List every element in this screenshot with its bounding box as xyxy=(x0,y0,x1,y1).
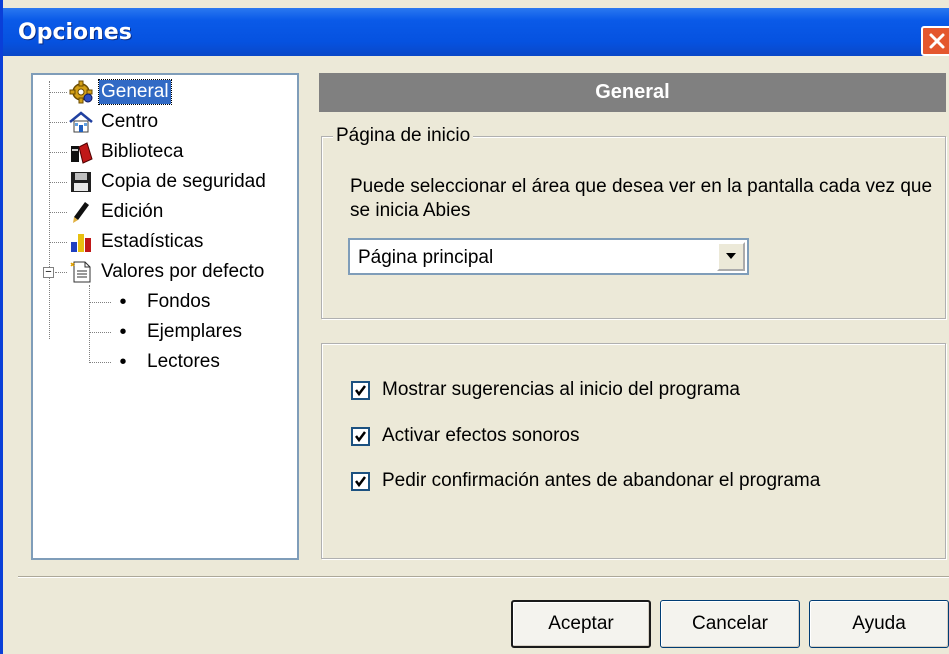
collapse-toggle[interactable]: − xyxy=(43,267,54,278)
tree-item-fondos[interactable]: • Fondos xyxy=(113,288,212,316)
checkmark-icon xyxy=(355,384,366,396)
window-title: Opciones xyxy=(18,20,132,45)
tree-item-edicion[interactable]: Edición xyxy=(67,198,165,226)
group-legend: Página de inicio xyxy=(333,125,474,147)
tree-connector xyxy=(49,182,67,183)
bullet-icon: • xyxy=(119,350,127,373)
tree-connector xyxy=(89,285,90,363)
gear-icon xyxy=(67,79,95,105)
start-page-group xyxy=(321,136,946,319)
floppy-disk-icon xyxy=(67,169,95,195)
tree-item-label: General xyxy=(98,79,172,105)
tree-item-centro[interactable]: Centro xyxy=(67,108,160,136)
option-label: Activar efectos sonoros xyxy=(382,425,580,446)
tree-item-label: Centro xyxy=(101,111,159,132)
checkbox[interactable] xyxy=(351,380,370,400)
start-page-description: Puede seleccionar el área que desea ver … xyxy=(350,176,933,221)
title-bar[interactable]: Opciones xyxy=(3,8,949,56)
tree-item-label: Ejemplares xyxy=(147,321,243,342)
house-icon xyxy=(67,109,95,135)
tree-connector xyxy=(49,81,50,339)
select-value: Página principal xyxy=(358,247,494,268)
tree-item-copia-seguridad[interactable]: Copia de seguridad xyxy=(67,168,268,196)
close-icon xyxy=(929,33,945,49)
option-show-tips[interactable]: Mostrar sugerencias al inicio del progra… xyxy=(351,378,740,402)
tree-connector xyxy=(49,242,67,243)
options-dialog: Opciones − General Centro Biblioteca Cop… xyxy=(0,0,949,654)
close-button[interactable] xyxy=(921,26,949,56)
option-label: Mostrar sugerencias al inicio del progra… xyxy=(382,379,740,400)
tree-item-label: Estadísticas xyxy=(101,231,204,252)
tree-item-label: Lectores xyxy=(147,351,220,372)
books-icon xyxy=(67,139,95,165)
option-label: Pedir confirmación antes de abandonar el… xyxy=(382,470,821,491)
tree-item-general[interactable]: General xyxy=(67,78,172,106)
tree-item-valores-defecto[interactable]: Valores por defecto xyxy=(67,258,266,286)
tree-item-label: Copia de seguridad xyxy=(101,171,266,192)
pencil-icon xyxy=(67,199,95,225)
tree-connector xyxy=(55,272,67,273)
tree-connector xyxy=(49,212,67,213)
tree-connector xyxy=(89,302,111,303)
bullet-icon: • xyxy=(119,290,127,313)
tree-item-label: Edición xyxy=(101,201,164,222)
tree-connector xyxy=(49,152,67,153)
tree-item-label: Valores por defecto xyxy=(101,261,265,282)
cancel-button[interactable]: Cancelar xyxy=(660,600,800,648)
tree-connector xyxy=(89,332,111,333)
chevron-down-icon xyxy=(726,253,736,259)
bullet-icon: • xyxy=(119,320,127,343)
tree-connector xyxy=(49,122,67,123)
document-icon xyxy=(67,259,95,285)
dropdown-button[interactable] xyxy=(717,242,745,271)
tree-connector xyxy=(49,92,67,93)
tree-item-ejemplares[interactable]: • Ejemplares xyxy=(113,318,244,346)
tree-item-estadisticas[interactable]: Estadísticas xyxy=(67,228,205,256)
options-group xyxy=(321,343,946,559)
option-sound-effects[interactable]: Activar efectos sonoros xyxy=(351,424,579,448)
section-header: General xyxy=(319,73,946,112)
tree-item-label: Fondos xyxy=(147,291,211,312)
tree-connector xyxy=(89,362,111,363)
bar-chart-icon xyxy=(67,229,95,255)
checkbox[interactable] xyxy=(351,471,370,491)
tree-item-label: Biblioteca xyxy=(101,141,184,162)
checkmark-icon xyxy=(355,430,366,442)
option-confirm-exit[interactable]: Pedir confirmación antes de abandonar el… xyxy=(351,469,820,493)
options-tree[interactable]: − General Centro Biblioteca Copia de seg… xyxy=(31,73,299,560)
accept-button[interactable]: Aceptar xyxy=(511,600,651,648)
tree-item-biblioteca[interactable]: Biblioteca xyxy=(67,138,185,166)
start-page-select[interactable]: Página principal xyxy=(348,238,749,275)
checkmark-icon xyxy=(355,475,366,487)
tree-item-lectores[interactable]: • Lectores xyxy=(113,348,222,376)
checkbox[interactable] xyxy=(351,426,370,446)
divider xyxy=(18,576,949,578)
help-button[interactable]: Ayuda xyxy=(809,600,949,648)
